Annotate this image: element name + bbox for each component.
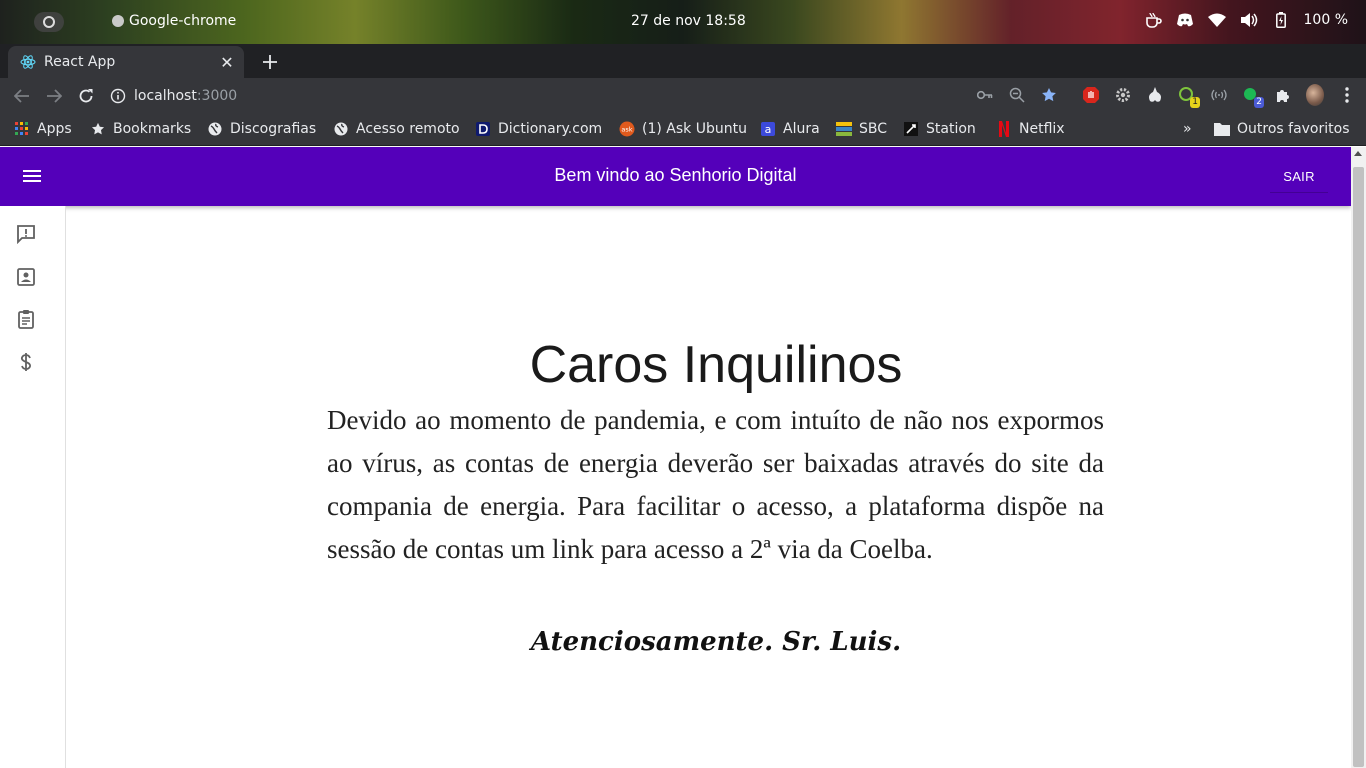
tab-strip: React App ✕ xyxy=(0,44,1366,78)
bookmark-label: Dictionary.com xyxy=(498,121,603,137)
logout-button[interactable]: SAIR xyxy=(1270,161,1328,193)
app-menu-label: Google-chrome xyxy=(129,13,237,29)
signoff-text: Atenciosamente. Sr. Luis. xyxy=(530,627,902,657)
globe-icon xyxy=(207,121,223,137)
notice-text: Devido ao momento de pandemia, e com int… xyxy=(327,405,1104,564)
extensions-puzzle-icon[interactable] xyxy=(1274,84,1292,106)
app-title: Bem vindo ao Senhorio Digital xyxy=(554,165,797,185)
new-tab-button[interactable] xyxy=(258,50,282,74)
clipboard-icon[interactable] xyxy=(14,307,38,331)
bookmark-label: Discografias xyxy=(230,121,317,137)
bookmark-label: Alura xyxy=(783,121,820,137)
bookmark-label: (1) Ask Ubuntu xyxy=(642,121,747,137)
profile-avatar[interactable] xyxy=(1306,84,1324,106)
sbc-icon xyxy=(836,121,852,137)
bookmark-alura[interactable]: a Alura xyxy=(760,121,820,137)
apps-grid-icon xyxy=(14,121,30,137)
bookmark-netflix[interactable]: Netflix xyxy=(996,121,1065,137)
bookmark-label: Apps xyxy=(37,121,72,137)
alura-icon: a xyxy=(760,121,776,137)
bookmark-ask-ubuntu[interactable]: ask (1) Ask Ubuntu xyxy=(619,121,747,137)
scroll-up-arrow-icon[interactable] xyxy=(1354,151,1362,156)
askubuntu-icon: ask xyxy=(619,121,635,137)
tab-react-app[interactable]: React App ✕ xyxy=(8,46,244,78)
station-icon xyxy=(903,121,919,137)
clock[interactable]: 27 de nov 18:58 xyxy=(631,13,746,29)
address-bar[interactable]: localhost:3000 xyxy=(110,81,410,111)
side-navigation xyxy=(0,206,66,768)
caffeine-icon[interactable] xyxy=(1144,11,1162,29)
react-favicon-icon xyxy=(20,54,36,70)
bookmark-sbc[interactable]: SBC xyxy=(836,121,887,137)
app-menu[interactable]: Google-chrome xyxy=(112,13,236,29)
bookmark-dictionary[interactable]: Dictionary.com xyxy=(475,121,602,137)
bookmark-label: Bookmarks xyxy=(113,121,192,137)
app-viewport: Bem vindo ao Senhorio Digital SAIR Caros… xyxy=(0,147,1366,768)
page-scrollbar[interactable] xyxy=(1351,147,1366,768)
bookmark-discografias[interactable]: Discografias xyxy=(207,121,316,137)
svg-text:ask: ask xyxy=(621,126,632,134)
bookmark-station[interactable]: Station xyxy=(903,121,976,137)
battery-percent: 100 % xyxy=(1303,12,1348,28)
kebab-menu-icon[interactable] xyxy=(1338,84,1356,106)
dictionary-icon xyxy=(475,121,491,137)
extension-badge-1: 1 xyxy=(1190,97,1200,108)
bookmark-label: Netflix xyxy=(1019,121,1065,137)
chrome-app-icon xyxy=(112,15,124,27)
tab-title: React App xyxy=(44,54,116,70)
app-header: Bem vindo ao Senhorio Digital SAIR xyxy=(0,147,1351,206)
wifi-icon[interactable] xyxy=(1207,11,1226,29)
puzzle-extension-badge-icon[interactable]: 1 xyxy=(1178,84,1200,108)
close-tab-icon[interactable]: ✕ xyxy=(218,53,236,72)
bookmarks-overflow-button[interactable]: » xyxy=(1183,121,1192,137)
reload-icon[interactable] xyxy=(76,86,96,106)
svg-text:a: a xyxy=(765,123,772,136)
netflix-icon xyxy=(996,121,1012,137)
contact-card-icon[interactable] xyxy=(14,265,38,289)
wireless-extension-icon[interactable] xyxy=(1210,84,1228,106)
adblock-extension-icon[interactable] xyxy=(1082,84,1100,106)
bookmarks-bar: Apps Bookmarks Discografias Acesso remot… xyxy=(0,114,1366,146)
forward-arrow-icon[interactable] xyxy=(44,86,64,106)
overflow-chevron-icon: » xyxy=(1183,121,1192,137)
bookmark-other-folder[interactable]: Outros favoritos xyxy=(1214,121,1350,137)
star-icon xyxy=(90,121,106,137)
folder-icon xyxy=(1214,121,1230,137)
bookmark-label: Station xyxy=(926,121,976,137)
page-title: Caros Inquilinos xyxy=(529,336,903,394)
back-arrow-icon[interactable] xyxy=(12,86,32,106)
green-dot-extension-icon[interactable]: 2 xyxy=(1242,84,1264,108)
feedback-icon[interactable] xyxy=(14,222,38,246)
extension-badge-2: 2 xyxy=(1254,97,1264,108)
bookmark-label: SBC xyxy=(859,121,888,137)
zoom-out-icon[interactable] xyxy=(1008,84,1026,106)
volume-icon[interactable] xyxy=(1240,11,1258,29)
globe-icon xyxy=(333,121,349,137)
dollar-icon[interactable] xyxy=(14,350,38,374)
bookmark-bookmarks[interactable]: Bookmarks xyxy=(90,121,191,137)
scrollbar-thumb[interactable] xyxy=(1353,167,1364,767)
bookmark-label: Outros favoritos xyxy=(1237,121,1350,137)
key-icon[interactable] xyxy=(976,84,994,106)
bookmark-apps[interactable]: Apps xyxy=(14,121,72,137)
site-info-icon[interactable] xyxy=(110,88,126,104)
system-tray[interactable]: 100 % xyxy=(1144,11,1348,29)
browser-toolbar: localhost:3000 1 2 xyxy=(0,78,1366,114)
battery-icon[interactable] xyxy=(1272,11,1290,29)
bookmark-label: Acesso remoto xyxy=(356,121,460,137)
main-content: Caros Inquilinos Devido ao momento de pa… xyxy=(66,206,1351,768)
bookmark-acesso-remoto[interactable]: Acesso remoto xyxy=(333,121,460,137)
activities-button[interactable] xyxy=(34,12,64,32)
os-top-panel: Google-chrome 27 de nov 18:58 100 % xyxy=(0,0,1366,44)
gear-extension-icon[interactable] xyxy=(1114,84,1132,106)
discord-icon[interactable] xyxy=(1176,11,1194,29)
bookmark-star-icon[interactable] xyxy=(1040,84,1058,106)
gnome-extension-icon[interactable] xyxy=(1146,84,1164,106)
url-host: localhost xyxy=(134,88,197,104)
url-port: :3000 xyxy=(196,88,238,104)
